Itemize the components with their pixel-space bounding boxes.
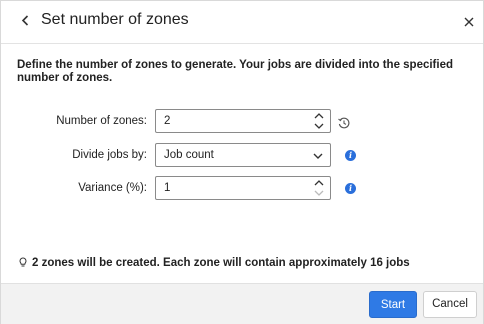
spin-up-icon — [314, 113, 324, 119]
set-zones-dialog: Set number of zones Define the number of… — [0, 0, 484, 324]
zones-summary-note: 2 zones will be created. Each zone will … — [17, 256, 410, 269]
lightbulb-icon — [19, 257, 27, 267]
variance-label: Variance (%): — [78, 182, 147, 194]
variance-increment-button[interactable] — [313, 178, 325, 188]
divide-select[interactable]: Job count — [155, 143, 331, 167]
zones-increment-button[interactable] — [313, 111, 325, 121]
dialog-title: Set number of zones — [41, 11, 189, 28]
zones-label: Number of zones: — [56, 115, 147, 127]
variance-info-icon[interactable]: i — [345, 183, 356, 194]
zones-decrement-button[interactable] — [313, 121, 325, 131]
dialog-footer: Start Cancel — [1, 283, 483, 324]
variance-value: 1 — [164, 182, 171, 194]
summary-text: 2 zones will be created. Each zone will … — [32, 257, 410, 269]
zones-stepper[interactable]: 2 — [155, 109, 331, 133]
back-button[interactable] — [19, 10, 35, 32]
chevron-down-icon — [313, 153, 323, 159]
spin-down-icon — [314, 123, 324, 129]
history-icon[interactable] — [337, 116, 351, 130]
spin-up-icon — [314, 180, 324, 186]
start-button[interactable]: Start — [369, 291, 417, 318]
variance-stepper[interactable]: 1 — [155, 176, 331, 200]
variance-decrement-button[interactable] — [313, 188, 325, 198]
zones-value: 2 — [164, 115, 171, 127]
dialog-header: Set number of zones — [1, 1, 483, 44]
dialog-description: Define the number of zones to generate. … — [17, 59, 454, 84]
spin-down-icon — [314, 190, 324, 196]
close-icon — [464, 17, 474, 27]
cancel-button[interactable]: Cancel — [423, 291, 477, 318]
chevron-left-icon — [21, 15, 29, 26]
close-button[interactable] — [459, 12, 479, 32]
divide-label: Divide jobs by: — [72, 149, 147, 161]
divide-value: Job count — [164, 149, 214, 161]
divide-info-icon[interactable]: i — [345, 150, 356, 161]
